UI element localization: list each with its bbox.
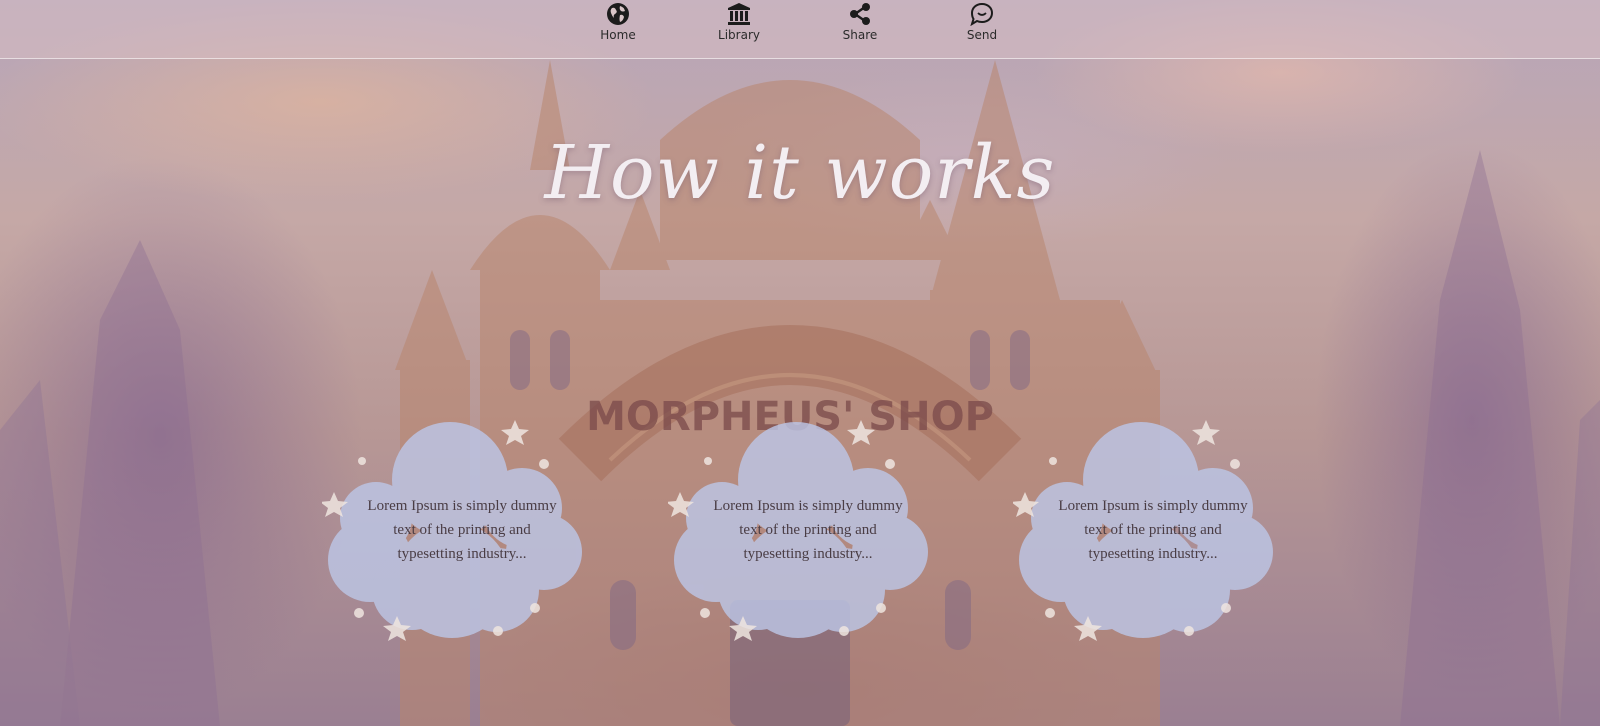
star-icon xyxy=(1192,420,1220,445)
star-icon xyxy=(847,420,875,445)
nav-label-share: Share xyxy=(842,28,878,42)
chat-bubble-icon xyxy=(970,2,994,26)
top-navigation-bar: Home Library Share Send xyxy=(0,0,1600,59)
how-it-works-card-2: Lorem Ipsum is simply dummy text of the … xyxy=(668,420,948,650)
how-it-works-card-1: Lorem Ipsum is simply dummy text of the … xyxy=(322,420,602,650)
globe-icon xyxy=(607,3,629,25)
nav-item-share[interactable]: Share xyxy=(820,2,900,46)
card-description: Lorem Ipsum is simply dummy text of the … xyxy=(1058,498,1248,562)
nav-item-home[interactable]: Home xyxy=(578,2,658,46)
card-description: Lorem Ipsum is simply dummy text of the … xyxy=(367,498,557,562)
nav-label-library: Library xyxy=(718,28,760,42)
nav-label-home: Home xyxy=(600,28,636,42)
share-icon xyxy=(850,3,870,25)
library-icon xyxy=(728,3,750,25)
nav-label-send: Send xyxy=(966,28,998,42)
page-title: How it works xyxy=(544,130,1056,216)
nav-item-send[interactable]: Send xyxy=(942,2,1022,46)
star-icon xyxy=(501,420,529,445)
nav-item-library[interactable]: Library xyxy=(699,2,779,46)
card-description: Lorem Ipsum is simply dummy text of the … xyxy=(713,498,903,562)
how-it-works-card-3: Lorem Ipsum is simply dummy text of the … xyxy=(1013,420,1293,650)
